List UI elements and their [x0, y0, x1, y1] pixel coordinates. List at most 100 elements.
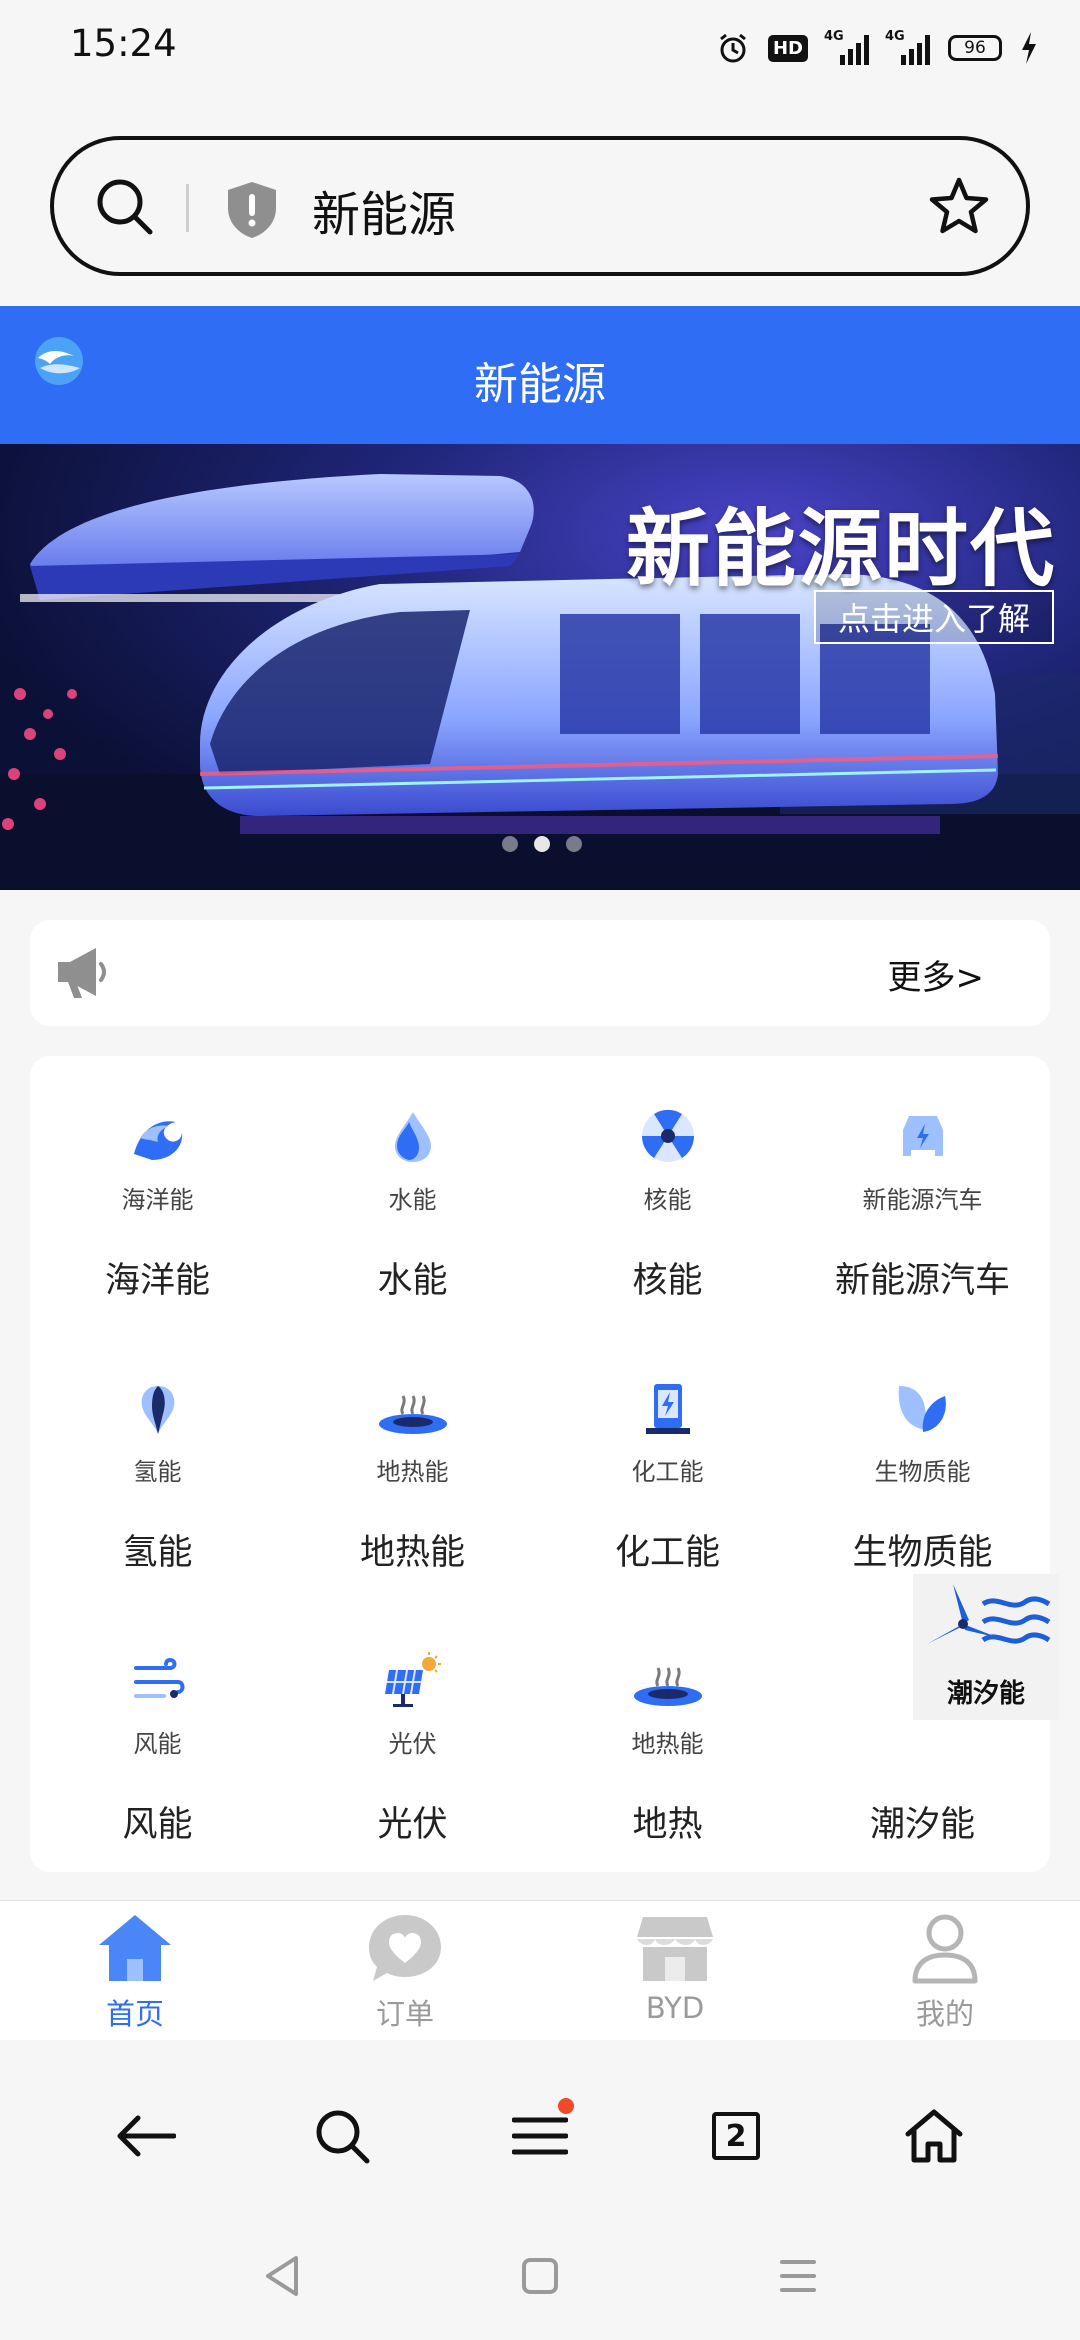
nuclear-icon: [641, 1109, 694, 1162]
app-header: 新能源: [0, 306, 1080, 444]
system-nav-bar: [0, 2210, 1080, 2340]
browser-toolbar: 2: [0, 2040, 1080, 2210]
hd-badge: HD: [767, 34, 808, 62]
promo-banner[interactable]: 新能源时代 点击进入了解: [0, 444, 1080, 890]
carousel-dots[interactable]: [502, 836, 582, 852]
page-title: 新能源: [474, 359, 606, 410]
carousel-dot[interactable]: [566, 836, 582, 852]
banner-cta-button[interactable]: 点击进入了解: [813, 590, 1054, 644]
notification-dot: [558, 2098, 574, 2114]
category-tidal[interactable]: 潮汐能 潮汐能: [795, 1574, 1059, 1872]
search-icon[interactable]: [94, 176, 156, 238]
ev-car-icon: [902, 1116, 943, 1156]
category-label: 光伏: [377, 1805, 448, 1845]
category-label: 氢能: [122, 1533, 193, 1573]
tidal-image: 潮汐能: [913, 1574, 1059, 1720]
bottom-tab-bar: 首页 订单 BYD 我的: [0, 1900, 1080, 2041]
category-label: 核能: [632, 1261, 703, 1301]
solar-panel-icon: [384, 1652, 441, 1707]
category-label: 新能源汽车: [834, 1261, 1010, 1301]
category-geothermal[interactable]: 地热能 地热能: [285, 1328, 540, 1600]
category-small-label: 新能源汽车: [862, 1186, 983, 1214]
tab-byd[interactable]: BYD: [540, 1901, 810, 2041]
search-icon: [316, 2110, 370, 2164]
signal-label: 4G: [885, 29, 905, 44]
announcement-card[interactable]: 更多>: [30, 920, 1050, 1026]
square-home-icon: [522, 2258, 558, 2294]
hydrogen-icon: [141, 1386, 174, 1434]
heart-chat-icon: [369, 1915, 441, 1981]
category-biomass[interactable]: 生物质能 生物质能: [795, 1328, 1050, 1600]
category-photovoltaic[interactable]: 光伏 光伏: [285, 1600, 540, 1872]
menu-icon: [512, 2117, 568, 2155]
star-icon[interactable]: [928, 176, 990, 238]
status-icons: HD 4G 4G 96: [716, 26, 1038, 70]
category-ocean[interactable]: 海洋能 海洋能: [30, 1056, 285, 1328]
triangle-back-icon: [266, 2256, 298, 2296]
category-small-label: 生物质能: [874, 1458, 971, 1486]
tab-mine[interactable]: 我的: [810, 1901, 1080, 2041]
nav-back-button[interactable]: [252, 2246, 312, 2306]
user-icon: [912, 1914, 978, 1984]
back-arrow-icon: [117, 2115, 176, 2157]
leaf-icon: [898, 1386, 946, 1432]
back-button[interactable]: [106, 2096, 186, 2176]
category-hydro[interactable]: 水能 水能: [285, 1056, 540, 1328]
category-nuclear[interactable]: 核能 核能: [540, 1056, 795, 1328]
tidal-image-caption: 潮汐能: [946, 1679, 1025, 1709]
category-wind[interactable]: 风能 风能: [30, 1600, 285, 1872]
home-button[interactable]: [894, 2096, 974, 2176]
store-icon: [637, 1917, 713, 1981]
category-small-label: 海洋能: [121, 1186, 194, 1214]
geothermal-icon: [633, 1667, 702, 1706]
nav-recents-button[interactable]: [768, 2246, 828, 2306]
wind-icon: [133, 1657, 184, 1698]
category-label: 地热能: [359, 1533, 465, 1573]
menu-button[interactable]: [500, 2096, 580, 2176]
carousel-dot[interactable]: [502, 836, 518, 852]
category-small-label: 化工能: [631, 1458, 704, 1486]
nav-home-button[interactable]: [510, 2246, 570, 2306]
tabs-button[interactable]: 2: [696, 2096, 776, 2176]
category-label: 海洋能: [104, 1261, 210, 1301]
tab-home[interactable]: 首页: [0, 1901, 270, 2041]
category-label: 潮汐能: [869, 1805, 975, 1845]
category-small-label: 风能: [133, 1730, 182, 1758]
category-small-label: 核能: [643, 1186, 692, 1214]
turbine-icon: [927, 1584, 1051, 1644]
tab-label: 首页: [105, 1997, 164, 2031]
search-query[interactable]: 新能源: [312, 175, 456, 245]
chemical-icon: [645, 1384, 690, 1434]
recents-icon: [780, 2260, 816, 2292]
category-chemical[interactable]: 化工能 化工能: [540, 1328, 795, 1600]
tab-orders[interactable]: 订单: [270, 1901, 540, 2041]
status-bar: 15:24 HD 4G 4G 96: [0, 0, 1080, 100]
signal-icon: 4G: [824, 29, 869, 65]
tab-count: 2: [712, 2112, 760, 2160]
category-ev[interactable]: 新能源汽车 新能源汽车: [795, 1056, 1050, 1328]
divider: [186, 184, 189, 232]
category-label: 化工能: [614, 1533, 720, 1573]
category-geothermal-2[interactable]: 地热能 地热: [540, 1600, 795, 1872]
address-bar[interactable]: 新能源: [50, 136, 1030, 276]
category-label: 地热: [632, 1805, 703, 1845]
alarm-icon: [720, 33, 746, 63]
megaphone-icon: [58, 948, 106, 998]
more-link[interactable]: 更多>: [888, 950, 985, 999]
category-small-label: 地热能: [376, 1458, 449, 1486]
carousel-dot-active[interactable]: [534, 836, 550, 852]
status-time: 15:24: [70, 22, 177, 65]
category-hydrogen[interactable]: 氢能 氢能: [30, 1328, 285, 1600]
category-small-label: 水能: [388, 1186, 437, 1214]
category-label: 风能: [122, 1805, 193, 1845]
search-button[interactable]: [302, 2096, 382, 2176]
banner-headline: 新能源时代: [625, 500, 1056, 598]
category-label: 水能: [377, 1261, 448, 1301]
shield-icon[interactable]: [224, 180, 280, 240]
signal-icon: 4G: [885, 29, 930, 65]
category-label: 生物质能: [852, 1533, 993, 1573]
category-small-label: 光伏: [388, 1730, 437, 1758]
battery-indicator: 96: [948, 35, 1002, 61]
signal-label: 4G: [824, 29, 844, 44]
category-small-label: 地热能: [631, 1730, 704, 1758]
